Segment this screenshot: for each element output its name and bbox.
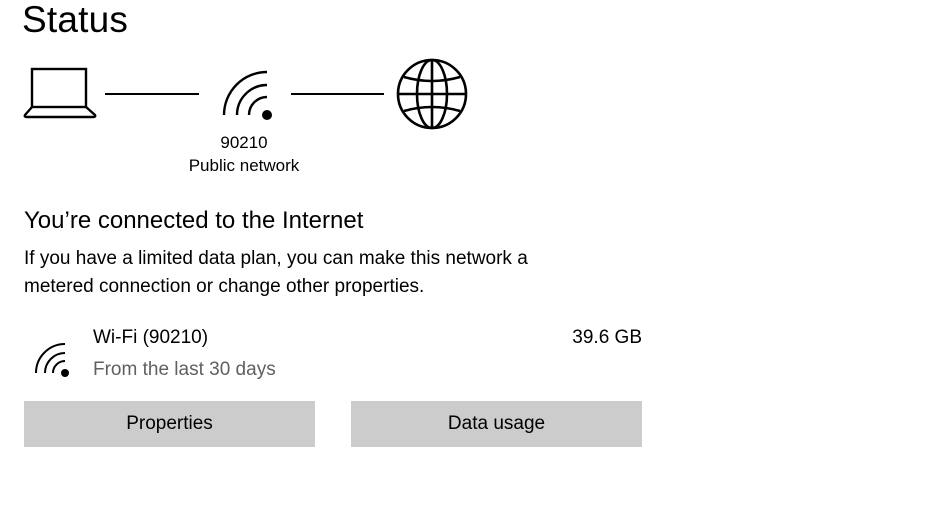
description-line-1: If you have a limited data plan, you can… bbox=[24, 248, 528, 269]
usage-period: From the last 30 days bbox=[93, 359, 276, 380]
connection-status-description: If you have a limited data plan, you can… bbox=[24, 245, 624, 301]
wifi-icon bbox=[222, 70, 272, 120]
description-line-2: metered connection or change other prope… bbox=[24, 276, 425, 297]
connection-name: Wi-Fi (90210) bbox=[93, 327, 209, 348]
laptop-icon bbox=[23, 67, 97, 119]
globe-icon bbox=[396, 58, 468, 130]
connector-line-left bbox=[105, 93, 199, 95]
connector-line-right bbox=[291, 93, 384, 95]
data-usage-amount: 39.6 GB bbox=[572, 327, 642, 348]
connection-status-heading: You’re connected to the Internet bbox=[24, 207, 364, 234]
properties-button[interactable]: Properties bbox=[24, 401, 315, 447]
network-name: 90210 bbox=[220, 133, 268, 152]
wifi-icon bbox=[35, 343, 69, 377]
data-usage-button[interactable]: Data usage bbox=[351, 401, 642, 447]
connection-usage-row: Wi-Fi (90210) From the last 30 days 39.6… bbox=[24, 322, 642, 386]
network-diagram: 90210 Public network bbox=[0, 0, 933, 200]
network-type: Public network bbox=[188, 156, 300, 175]
